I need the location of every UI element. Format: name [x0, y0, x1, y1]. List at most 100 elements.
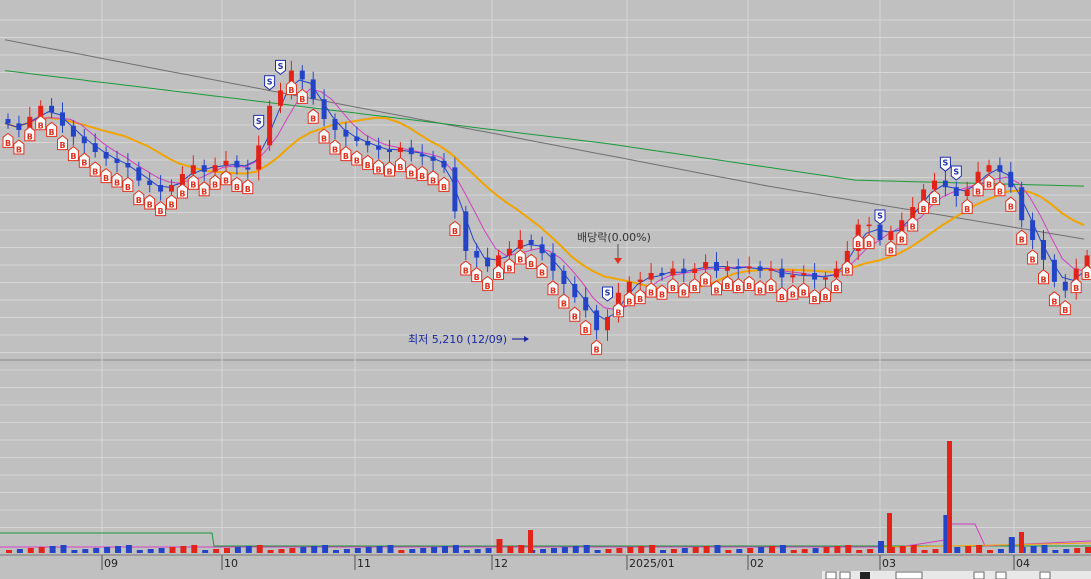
- scroll-first-button[interactable]: [839, 571, 851, 579]
- candle-body: [746, 266, 752, 269]
- buy-marker-icon: B: [1070, 277, 1082, 294]
- volume-bar: [1052, 550, 1059, 553]
- buy-glyph: B: [626, 297, 632, 306]
- candle-body: [528, 240, 534, 245]
- volume-bar: [976, 545, 983, 553]
- buy-marker-icon: B: [525, 253, 537, 269]
- buy-glyph: B: [855, 240, 861, 249]
- buy-glyph: B: [245, 185, 251, 194]
- buy-marker-icon: B: [449, 220, 461, 236]
- buy-glyph: B: [212, 181, 218, 190]
- buy-marker-icon: B: [1059, 299, 1071, 316]
- buy-glyph: B: [768, 284, 774, 293]
- chart-canvas[interactable]: BBBBBBBBBB B BB BBBBBBB BB BBBBBBB B B B B BB B BBBB…: [0, 0, 1091, 579]
- buy-glyph: B: [572, 313, 578, 322]
- zoom-out-button[interactable]: [973, 571, 985, 579]
- buy-marker-icon: B: [482, 275, 494, 291]
- candle-body: [332, 119, 338, 130]
- buy-marker-icon: B: [591, 339, 603, 355]
- buy-glyph: B: [343, 152, 349, 161]
- dividend-annotation-text: 배당락(0.00%): [577, 231, 651, 244]
- candle-body: [637, 279, 643, 282]
- volume-bar: [725, 550, 732, 553]
- buy-marker-icon: B: [776, 286, 788, 302]
- buy-marker-icon: B: [307, 108, 319, 124]
- volume-bar: [496, 539, 503, 553]
- buy-glyph: B: [474, 273, 480, 282]
- volume-bar: [485, 548, 492, 553]
- buy-marker-icon: B: [373, 159, 385, 175]
- buy-glyph: B: [964, 205, 970, 214]
- volume-bar: [245, 546, 252, 553]
- volume-bar: [540, 549, 547, 553]
- stock-chart[interactable]: BBBBBBBBBBBBBBBBBBBBBBBBBBBBBBBBBBBBBBBB…: [0, 0, 1091, 579]
- candle-body: [201, 165, 207, 172]
- buy-glyph: B: [801, 289, 807, 298]
- candle-body: [823, 277, 828, 280]
- volume-bar: [954, 547, 961, 553]
- volume-bar: [224, 548, 230, 553]
- candle-body: [539, 244, 545, 254]
- volume-bar: [899, 546, 906, 553]
- buy-marker-icon: B: [896, 229, 908, 245]
- candle-body: [343, 130, 349, 137]
- candle-body: [757, 266, 763, 271]
- buy-glyph: B: [670, 284, 676, 293]
- volume-bar: [1008, 537, 1015, 553]
- buy-marker-icon: B: [1048, 291, 1060, 307]
- volume-bar: [670, 549, 677, 553]
- buy-glyph: B: [844, 267, 850, 276]
- candle-body: [496, 255, 501, 267]
- candle-body: [801, 273, 807, 276]
- scroll-controls[interactable]: [822, 571, 1091, 579]
- volume-bar: [213, 549, 220, 553]
- buy-marker-icon: B: [907, 216, 919, 232]
- candle-body: [932, 180, 937, 190]
- buy-glyph: B: [1030, 256, 1036, 265]
- scroll-right-button[interactable]: [1039, 571, 1051, 579]
- candle-body: [114, 158, 120, 163]
- buy-glyph: B: [234, 183, 240, 192]
- volume-bar: [801, 549, 808, 553]
- volume-bar: [779, 545, 786, 553]
- buy-glyph: B: [38, 121, 44, 130]
- volume-bar: [82, 549, 89, 553]
- candle-body: [397, 147, 403, 152]
- buy-marker-icon: B: [471, 266, 483, 283]
- buy-glyph: B: [397, 163, 403, 172]
- buy-marker-icon: B: [57, 134, 68, 151]
- buy-glyph: B: [539, 269, 545, 278]
- buy-marker-icon: B: [89, 161, 101, 177]
- buy-glyph: B: [365, 161, 371, 170]
- buy-marker-icon: B: [961, 198, 973, 214]
- volume-bar: [49, 546, 56, 553]
- candle-body: [169, 185, 174, 192]
- volume-bar: [322, 545, 329, 553]
- zoom-in-button[interactable]: [995, 571, 1007, 579]
- buy-glyph: B: [201, 187, 207, 196]
- x-tick-label: 12: [494, 557, 508, 570]
- candle-body: [452, 167, 458, 212]
- buy-glyph: B: [986, 181, 992, 190]
- volume-bar: [823, 547, 830, 553]
- scroll-thumb[interactable]: [860, 572, 870, 579]
- buy-marker-icon: B: [689, 277, 701, 294]
- volume-bar: [692, 547, 699, 553]
- scroll-left-button[interactable]: [825, 571, 837, 579]
- candle-body: [278, 90, 283, 106]
- candle-body: [463, 211, 469, 251]
- volume-bar: [703, 546, 710, 553]
- candle-body: [387, 149, 392, 152]
- buy-glyph: B: [16, 146, 22, 155]
- buy-glyph: B: [975, 187, 981, 196]
- volume-bar: [627, 547, 634, 553]
- zoom-slider[interactable]: [895, 571, 923, 579]
- buy-marker-icon: B: [231, 176, 243, 192]
- candle-body: [583, 297, 589, 311]
- candle-body: [147, 180, 153, 185]
- buy-glyph: B: [430, 176, 436, 185]
- buy-glyph: B: [125, 183, 131, 192]
- candle-body: [626, 281, 632, 293]
- buy-marker-icon: B: [2, 132, 14, 148]
- candle-body: [790, 275, 796, 278]
